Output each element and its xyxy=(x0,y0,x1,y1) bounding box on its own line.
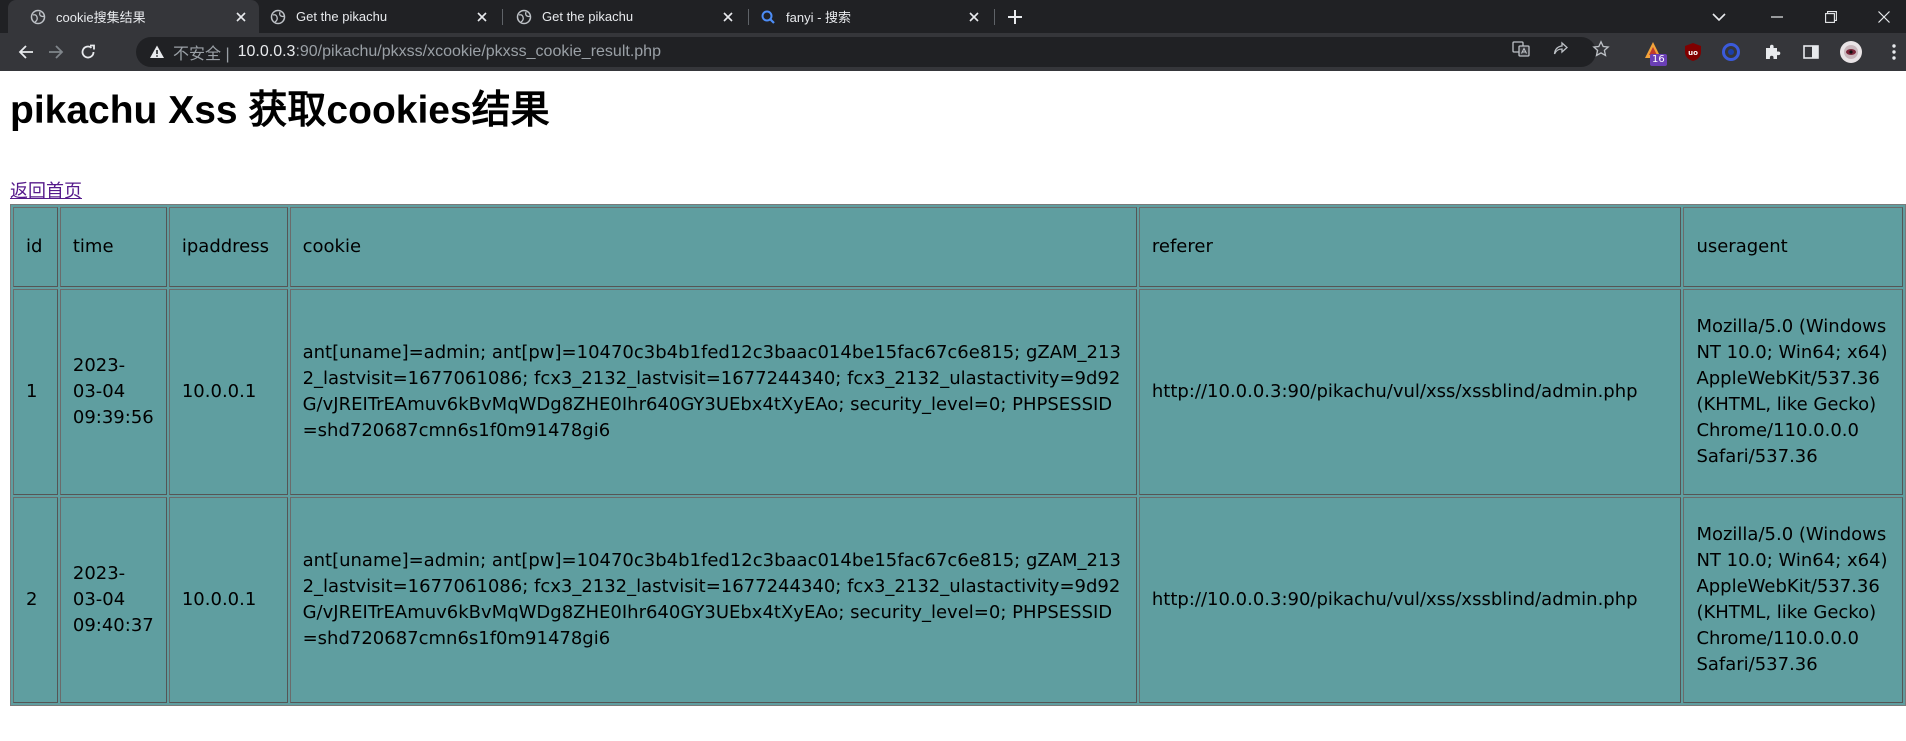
tab-fanyi-search[interactable]: fanyi - 搜索 xyxy=(756,0,992,33)
minimize-icon xyxy=(1770,15,1783,18)
cell-cookie: ant[uname]=admin; ant[pw]=10470c3b4b1fed… xyxy=(289,289,1137,495)
url-host: 10.0.0.3 xyxy=(237,43,296,60)
translate-icon[interactable] xyxy=(1512,40,1530,58)
ublock-icon[interactable]: uo xyxy=(1683,42,1703,62)
extensions-puzzle-icon[interactable] xyxy=(1762,42,1782,62)
globe-icon xyxy=(30,9,46,25)
column-header-useragent: useragent xyxy=(1683,207,1903,287)
warning-icon[interactable] xyxy=(149,44,165,60)
svg-text:uo: uo xyxy=(1688,49,1698,57)
side-panel-icon[interactable] xyxy=(1801,42,1821,62)
cell-time: 2023-03-04 09:39:56 xyxy=(59,289,167,495)
cell-ipaddress: 10.0.0.1 xyxy=(168,497,288,703)
search-icon xyxy=(760,9,776,25)
url-path: :90/pikachu/pkxss/xcookie/pkxss_cookie_r… xyxy=(295,43,661,60)
tab-title: Get the pikachu xyxy=(542,9,634,24)
cell-referer: http://10.0.0.3:90/pikachu/vul/xss/xssbl… xyxy=(1138,289,1682,495)
column-header-id: id xyxy=(13,207,58,287)
column-header-referer: referer xyxy=(1138,207,1682,287)
arrow-left-icon xyxy=(18,45,33,59)
tab-separator xyxy=(502,9,503,25)
extension-badge: 16 xyxy=(1650,54,1667,66)
tab-title: cookie搜集结果 xyxy=(56,10,146,25)
address-bar[interactable]: 不安全 | 10.0.0.3 :90/pikachu/pkxss/xcookie… xyxy=(136,37,1596,67)
close-icon xyxy=(1877,10,1890,23)
menu-kebab-icon[interactable] xyxy=(1884,42,1904,62)
cell-id: 1 xyxy=(13,289,58,495)
browser-toolbar: 不安全 | 10.0.0.3 :90/pikachu/pkxss/xcookie… xyxy=(0,33,1906,71)
restore-button[interactable] xyxy=(1808,0,1853,33)
cell-time: 2023-03-04 09:40:37 xyxy=(59,497,167,703)
chevron-down-icon xyxy=(1711,12,1726,21)
cell-useragent: Mozilla/5.0 (Windows NT 10.0; Win64; x64… xyxy=(1683,497,1903,703)
minimize-button[interactable] xyxy=(1754,0,1799,33)
tab-separator xyxy=(994,9,995,25)
tab-search-button[interactable] xyxy=(1696,0,1741,33)
cell-id: 2 xyxy=(13,497,58,703)
plus-icon xyxy=(1008,10,1022,24)
table-row: 1 2023-03-04 09:39:56 10.0.0.1 ant[uname… xyxy=(13,289,1903,495)
tab-strip: cookie搜集结果 Get the pikachu Get the pikac… xyxy=(0,0,1906,33)
close-icon[interactable] xyxy=(474,9,490,25)
cookie-results-table: id time ipaddress cookie referer userage… xyxy=(10,204,1906,706)
forward-button[interactable] xyxy=(46,42,66,62)
home-link[interactable]: 返回首页 xyxy=(10,177,82,203)
reload-button[interactable] xyxy=(78,42,98,62)
profile-avatar[interactable] xyxy=(1839,40,1863,64)
security-label[interactable]: 不安全 | xyxy=(173,40,230,64)
tab-title: Get the pikachu xyxy=(296,9,388,24)
table-row: 2 2023-03-04 09:40:37 10.0.0.1 ant[uname… xyxy=(13,497,1903,703)
tab-separator xyxy=(748,9,749,25)
close-icon[interactable] xyxy=(720,9,736,25)
bookmark-star-icon[interactable] xyxy=(1592,40,1610,58)
reload-icon xyxy=(81,44,95,59)
close-icon[interactable] xyxy=(233,9,249,25)
close-icon[interactable] xyxy=(966,9,982,25)
cell-useragent: Mozilla/5.0 (Windows NT 10.0; Win64; x64… xyxy=(1683,289,1903,495)
cell-ipaddress: 10.0.0.1 xyxy=(168,289,288,495)
table-header-row: id time ipaddress cookie referer userage… xyxy=(13,207,1903,287)
globe-icon xyxy=(270,9,286,25)
tab-get-the-pikachu-1[interactable]: Get the pikachu xyxy=(264,0,500,33)
restore-icon xyxy=(1824,10,1837,23)
back-button[interactable] xyxy=(16,42,36,62)
page-title: pikachu Xss 获取cookies结果 xyxy=(10,89,550,132)
arrow-right-icon xyxy=(49,45,64,59)
close-window-button[interactable] xyxy=(1861,0,1906,33)
tab-title: fanyi - 搜索 xyxy=(786,10,852,25)
cell-cookie: ant[uname]=admin; ant[pw]=10470c3b4b1fed… xyxy=(289,497,1137,703)
cell-referer: http://10.0.0.3:90/pikachu/vul/xss/xssbl… xyxy=(1138,497,1682,703)
page-content: pikachu Xss 获取cookies结果 返回首页 id time ipa… xyxy=(0,71,1906,741)
new-tab-button[interactable] xyxy=(1004,6,1026,28)
extension-circle-icon[interactable] xyxy=(1721,42,1741,62)
tab-cookie-results[interactable]: cookie搜集结果 xyxy=(8,0,259,33)
share-icon[interactable] xyxy=(1552,40,1570,58)
column-header-ipaddress: ipaddress xyxy=(168,207,288,287)
globe-icon xyxy=(516,9,532,25)
column-header-cookie: cookie xyxy=(289,207,1137,287)
column-header-time: time xyxy=(59,207,167,287)
tab-get-the-pikachu-2[interactable]: Get the pikachu xyxy=(510,0,746,33)
